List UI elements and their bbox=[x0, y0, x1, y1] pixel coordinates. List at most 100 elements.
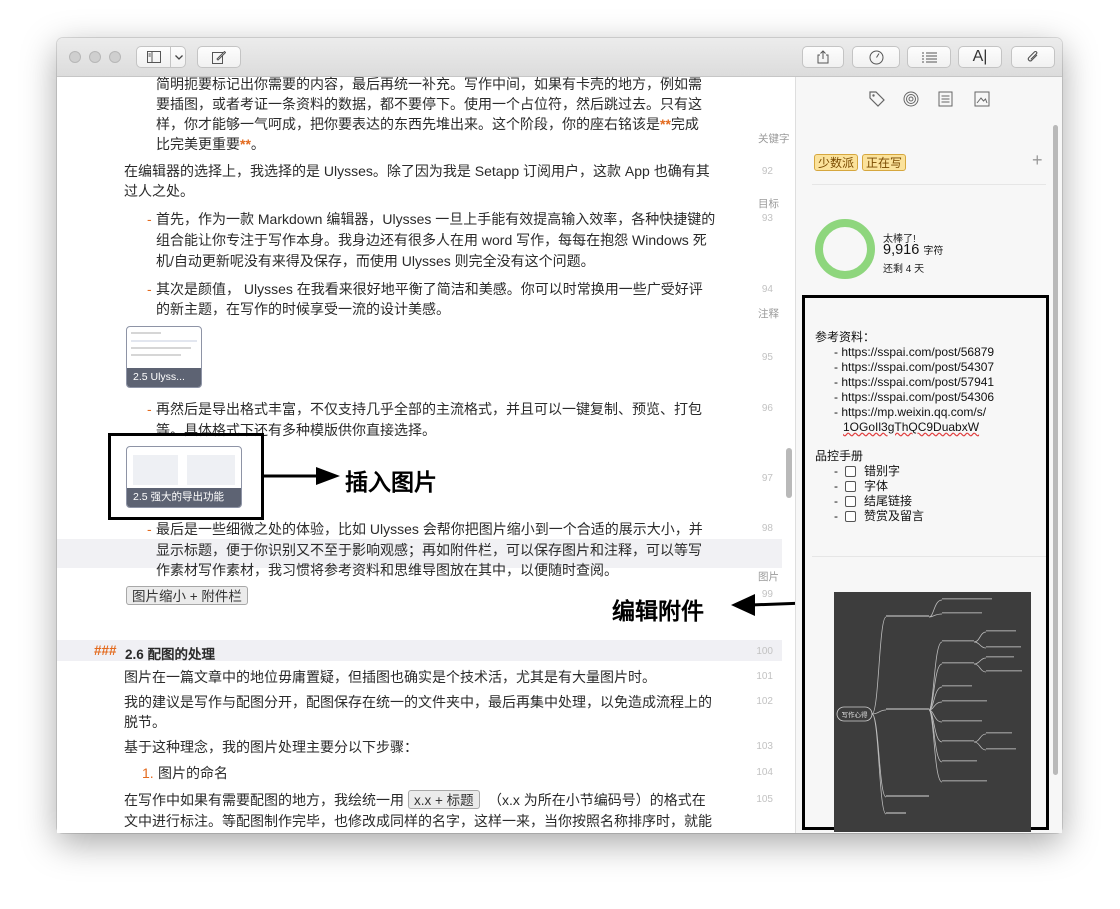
keyword-badge[interactable]: 少数派 bbox=[814, 154, 859, 171]
paragraph-line: 文中进行标注。等配图制作完毕，也修改成同样的名字，这样一来，当你按照名称排序时，… bbox=[124, 813, 712, 829]
mindmap-image[interactable]: 写作心得 bbox=[834, 592, 1031, 832]
line-number: 101 bbox=[756, 671, 773, 682]
paragraph-line: 脱节。 bbox=[124, 714, 166, 730]
attachment-icon bbox=[1026, 50, 1040, 64]
checklist-item: - bbox=[834, 494, 838, 508]
heading-marker: ### bbox=[94, 643, 117, 658]
paragraph-line: 首先，作为一款 Markdown 编辑器，Ulysses 一旦上手能有效提高输入… bbox=[156, 211, 716, 227]
inline-tag[interactable]: 图片缩小 + 附件栏 bbox=[126, 586, 248, 605]
line-number: 92 bbox=[761, 166, 773, 177]
minimize-button[interactable] bbox=[89, 51, 101, 63]
line-number: 104 bbox=[756, 767, 773, 778]
goal-progress-ring bbox=[815, 219, 875, 279]
list-bullet: - bbox=[147, 521, 152, 537]
checklist-label: 结尾链接 bbox=[864, 494, 913, 508]
reference-link[interactable]: - https://sspai.com/post/54306 bbox=[834, 390, 994, 405]
thumb-line bbox=[131, 340, 197, 342]
paragraph-line: 基于这种理念，我的图片处理主要分以下步骤： bbox=[124, 739, 418, 755]
notes-label: 注释 bbox=[758, 308, 779, 320]
paragraph-line: 比完美更重要**。 bbox=[156, 136, 265, 152]
image-caption: 2.5 Ulyss... bbox=[127, 368, 201, 387]
paragraph-line: 作素材写作素材，我习惯将参考资料和思维导图放在其中，以便随时查阅。 bbox=[156, 562, 618, 578]
tag-icon[interactable] bbox=[869, 91, 885, 111]
images-label: 图片 bbox=[758, 571, 779, 583]
mindmap-diagram: 写作心得 bbox=[836, 598, 1022, 815]
reference-link[interactable]: - https://sspai.com/post/54307 bbox=[834, 360, 994, 375]
checklist-label: 字体 bbox=[864, 479, 889, 493]
reference-link[interactable]: - https://mp.weixin.qq.com/s/ bbox=[834, 405, 986, 420]
compose-button[interactable] bbox=[197, 46, 241, 68]
checkbox[interactable] bbox=[845, 481, 856, 492]
checkbox[interactable] bbox=[845, 466, 856, 477]
section-divider bbox=[812, 556, 1046, 557]
line-number: 102 bbox=[756, 696, 773, 707]
checklist-label: 错别字 bbox=[864, 464, 901, 478]
dashboard-button[interactable] bbox=[852, 46, 900, 68]
keyword-badge[interactable]: 正在写 bbox=[862, 154, 907, 171]
thumb-line bbox=[131, 347, 191, 349]
add-keyword-button[interactable]: + bbox=[1032, 150, 1043, 171]
thumb-panel bbox=[187, 455, 235, 485]
text-format-icon: A| bbox=[972, 48, 988, 65]
sidebar-divider bbox=[795, 77, 796, 833]
goal-count: 9,916 bbox=[883, 242, 920, 258]
section-divider bbox=[812, 184, 1046, 185]
line-number: 97 bbox=[761, 473, 773, 484]
checkbox[interactable] bbox=[845, 511, 856, 522]
outline-button[interactable] bbox=[907, 46, 951, 68]
list-bullet: - bbox=[147, 401, 152, 417]
editor-scrollbar[interactable] bbox=[786, 448, 792, 498]
list-number: 1. bbox=[142, 765, 154, 781]
close-button[interactable] bbox=[69, 51, 81, 63]
checkbox[interactable] bbox=[845, 496, 856, 507]
paragraph-line: 的新主题，在写作的时候享受一流的设计美感。 bbox=[156, 301, 450, 317]
image-icon[interactable] bbox=[974, 91, 990, 111]
image-thumbnail[interactable]: 2.5 强大的导出功能 bbox=[126, 446, 242, 508]
sidebar-icon bbox=[147, 51, 161, 63]
thumb-panel bbox=[133, 455, 178, 485]
paragraph-line: 最后是一些细微之处的体验，比如 Ulysses 会帮你把图片缩小到一个合适的展示… bbox=[156, 521, 703, 537]
paragraph-line: 其次是颜值， Ulysses 在我看来很好地平衡了简洁和美感。你可以时常换用一些… bbox=[156, 281, 703, 297]
share-button[interactable] bbox=[802, 46, 844, 68]
sidebar-toggle-button[interactable] bbox=[136, 46, 186, 68]
paragraph-line: 在写作中如果有需要配图的地方，我绘统一用 bbox=[124, 792, 404, 808]
checklist-item: - bbox=[834, 464, 838, 478]
list-bullet: - bbox=[147, 211, 152, 227]
paragraph-line: 要插图，或者考证一条资料的数据，都不要停下。使用一个占位符，然后跳过去。只有这 bbox=[156, 96, 702, 112]
bold-marker: ** bbox=[660, 116, 671, 132]
line-number: 93 bbox=[761, 213, 773, 224]
goal-unit: 字符 bbox=[923, 246, 944, 257]
thumb-line bbox=[131, 332, 161, 334]
checklist-title: 品控手册 bbox=[815, 449, 864, 463]
reference-link-tail[interactable]: 1OGoIl3gThQC9DuabxW bbox=[843, 420, 979, 435]
notes-icon[interactable] bbox=[938, 91, 953, 111]
list-icon bbox=[921, 52, 937, 63]
notes-title: 参考资料： bbox=[815, 330, 876, 344]
inline-tag[interactable]: x.x + 标题 bbox=[408, 790, 480, 809]
edit-attachment-annotation: 编辑附件 bbox=[612, 599, 704, 625]
chevron-down-icon[interactable] bbox=[170, 47, 187, 67]
reference-link[interactable]: - https://sspai.com/post/56879 bbox=[834, 345, 994, 360]
goal-count-row: 9,916 字符 bbox=[883, 242, 943, 258]
paragraph-line: 我的建议是写作与配图分开，配图保存在统一的文件夹中，最后再集中处理，以免造成流程… bbox=[124, 694, 712, 710]
text-format-button[interactable]: A| bbox=[958, 46, 1002, 68]
attachment-button[interactable] bbox=[1011, 46, 1055, 68]
thumb-line bbox=[131, 354, 181, 356]
image-thumbnail[interactable]: 2.5 Ulyss... bbox=[126, 326, 202, 388]
goal-remaining: 还剩 4 天 bbox=[883, 264, 925, 275]
paragraph-line: 过人之处。 bbox=[124, 183, 194, 199]
reference-link[interactable]: - https://sspai.com/post/57941 bbox=[834, 375, 994, 390]
checklist-label: 赞赏及留言 bbox=[864, 509, 925, 523]
checklist-item: - bbox=[834, 509, 838, 523]
paragraph-line: 图片的命名 bbox=[158, 765, 228, 781]
line-number: 105 bbox=[756, 794, 773, 805]
paragraph-line: 在编辑器的选择上，我选择的是 Ulysses。除了因为我是 Setapp 订阅用… bbox=[124, 163, 710, 179]
compose-icon bbox=[212, 50, 226, 64]
keywords-label: 关键字 bbox=[758, 133, 790, 145]
sidebar-scrollbar[interactable] bbox=[1053, 125, 1058, 775]
zoom-button[interactable] bbox=[109, 51, 121, 63]
target-icon[interactable] bbox=[903, 91, 919, 111]
line-number: 100 bbox=[756, 646, 773, 657]
line-number: 98 bbox=[761, 523, 773, 534]
toolbar: A| bbox=[57, 38, 1062, 77]
